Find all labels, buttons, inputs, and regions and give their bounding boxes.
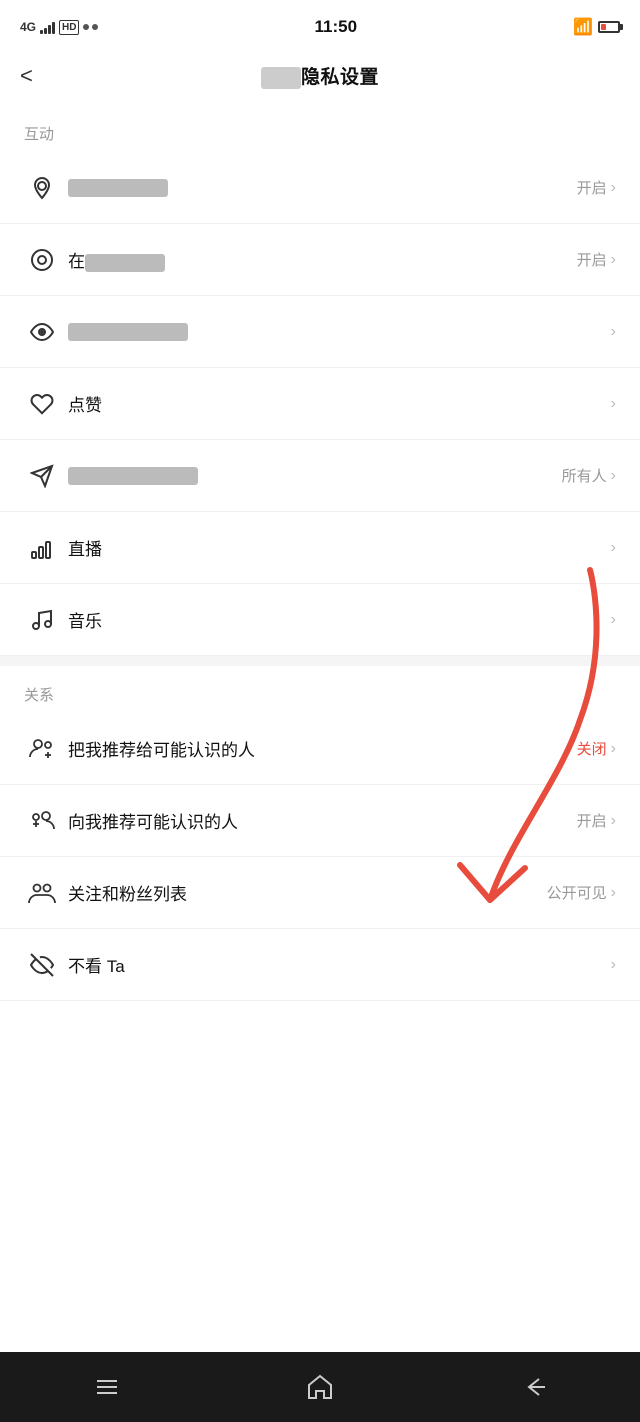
not-see-label: 不看 Ta — [60, 952, 607, 977]
location-arrow: › — [611, 179, 616, 197]
likes-label: 点赞 — [60, 391, 607, 416]
page-title: 隐私设置 — [261, 62, 379, 89]
music-arrow: › — [611, 611, 616, 629]
location-value: 开启 — [577, 177, 607, 198]
status-bar: 4G HD 11:50 📶 — [0, 0, 640, 50]
recommend-out-icon — [24, 735, 60, 763]
menu-item-music[interactable]: 音乐 › — [0, 584, 640, 656]
bottom-nav — [0, 1352, 640, 1422]
section-label-interaction: 互动 — [0, 105, 640, 152]
section-divider — [0, 656, 640, 666]
location-label — [60, 178, 577, 198]
signal-bars — [40, 20, 55, 34]
music-label: 音乐 — [60, 607, 607, 632]
private-msg-value: 所有人 — [562, 465, 607, 486]
eye-icon — [24, 320, 60, 344]
header: < 隐私设置 — [0, 50, 640, 105]
status-time: 11:50 — [315, 17, 358, 37]
follow-fans-icon — [24, 879, 60, 907]
back-button[interactable]: < — [20, 63, 33, 89]
recommend-in-value: 开启 — [577, 810, 607, 831]
section-label-relation: 关系 — [0, 666, 640, 713]
network-label: 4G — [20, 20, 36, 34]
private-msg-label — [60, 466, 562, 486]
menu-item-follow-fans[interactable]: 关注和粉丝列表 公开可见 › — [0, 857, 640, 929]
follow-fans-value: 公开可见 — [547, 882, 607, 903]
menu-item-not-see[interactable]: 不看 Ta › — [0, 929, 640, 1001]
location-icon — [24, 176, 60, 200]
music-icon — [24, 608, 60, 632]
not-see-icon — [24, 953, 60, 977]
recommend-in-icon — [24, 807, 60, 835]
recommend-in-arrow: › — [611, 812, 616, 830]
like-icon — [24, 392, 60, 416]
private-msg-arrow: › — [611, 467, 616, 485]
nav-menu-button[interactable] — [67, 1362, 147, 1412]
follow-fans-arrow: › — [611, 884, 616, 902]
online-status-arrow: › — [611, 251, 616, 269]
nav-back-button[interactable] — [493, 1362, 573, 1412]
live-label: 直播 — [60, 535, 607, 560]
not-see-arrow: › — [611, 956, 616, 974]
menu-item-recommend-in[interactable]: 向我推荐可能认识的人 开启 › — [0, 785, 640, 857]
menu-item-private-msg[interactable]: 所有人 › — [0, 440, 640, 512]
menu-item-location[interactable]: 开启 › — [0, 152, 640, 224]
live-arrow: › — [611, 539, 616, 557]
menu-item-recommend-out[interactable]: 把我推荐给可能认识的人 关闭 › — [0, 713, 640, 785]
recommend-out-label: 把我推荐给可能认识的人 — [60, 736, 577, 761]
online-status-label: 在 — [60, 247, 577, 272]
watch-history-arrow: › — [611, 323, 616, 341]
title-blurred — [261, 67, 301, 89]
menu-item-watch-history[interactable]: › — [0, 296, 640, 368]
dots-indicator — [83, 24, 98, 30]
follow-fans-label: 关注和粉丝列表 — [60, 880, 547, 905]
status-right: 📶 — [573, 17, 620, 37]
online-status-value: 开启 — [577, 249, 607, 270]
menu-item-live[interactable]: 直播 › — [0, 512, 640, 584]
nav-home-button[interactable] — [280, 1362, 360, 1412]
menu-item-online-status[interactable]: 在 开启 › — [0, 224, 640, 296]
watch-history-label — [60, 322, 607, 342]
recommend-out-value: 关闭 — [577, 738, 607, 759]
send-icon — [24, 464, 60, 488]
menu-item-likes[interactable]: 点赞 › — [0, 368, 640, 440]
battery-icon — [598, 21, 620, 33]
recommend-out-arrow: › — [611, 740, 616, 758]
status-icon — [24, 248, 60, 272]
wifi-icon: 📶 — [573, 17, 593, 37]
live-icon — [24, 536, 60, 560]
status-left: 4G HD — [20, 20, 98, 35]
hd-badge: HD — [59, 20, 79, 35]
likes-arrow: › — [611, 395, 616, 413]
recommend-in-label: 向我推荐可能认识的人 — [60, 808, 577, 833]
